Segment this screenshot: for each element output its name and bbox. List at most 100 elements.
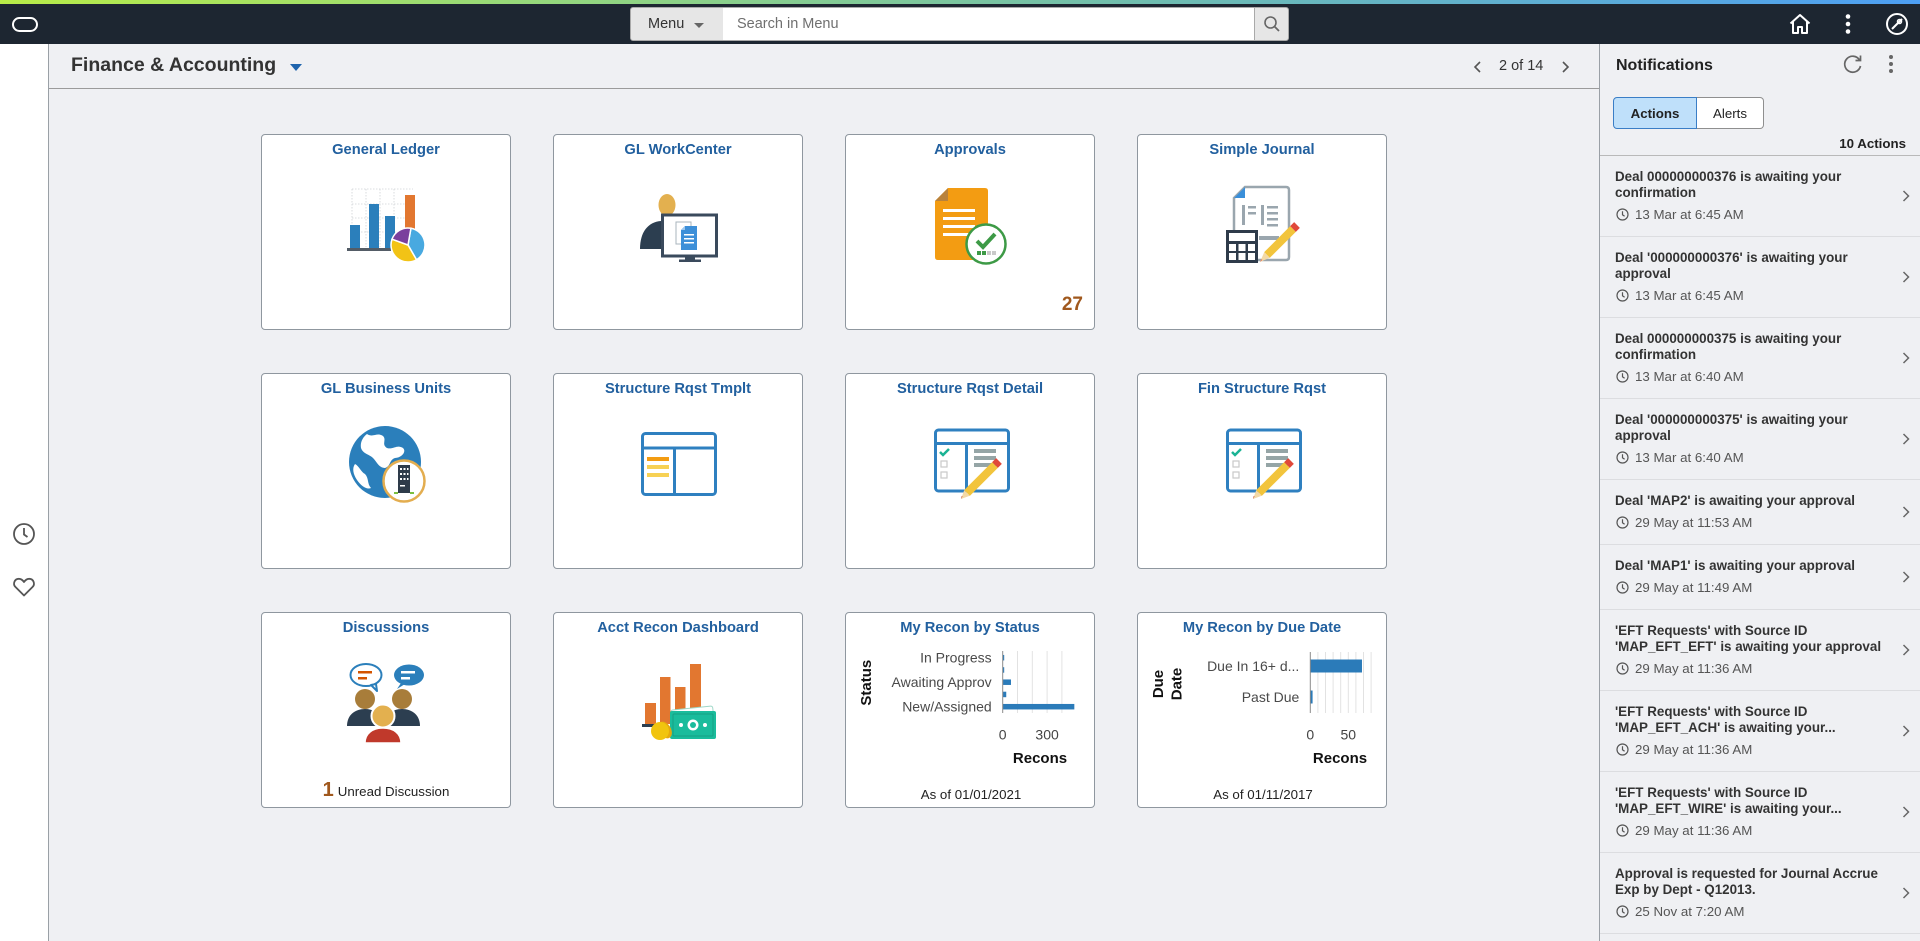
menu-button-label: Menu [648, 16, 685, 32]
notification-title: Deal '000000000376' is awaiting your app… [1615, 250, 1848, 281]
notification-time: 29 May at 11:36 AM [1635, 660, 1753, 676]
notification-title: 'EFT Requests' with Source ID 'MAP_EFT_E… [1615, 623, 1882, 654]
chevron-right-icon [1902, 571, 1910, 583]
notification-time: 13 Mar at 6:40 AM [1635, 449, 1744, 465]
notification-item[interactable]: Deal 000000000375 is awaiting your confi… [1600, 318, 1920, 399]
chevron-right-icon [1902, 725, 1910, 737]
notification-item[interactable]: Deal '000000000375' is awaiting your app… [1600, 399, 1920, 480]
notification-item[interactable]: 'EFT Requests' with Source ID 'MAP_EFT_A… [1600, 691, 1920, 772]
pager-next-icon[interactable] [1559, 60, 1571, 74]
journal-calculator-icon [1226, 185, 1300, 263]
notification-title: Approval is requested for Journal Accrue… [1615, 866, 1878, 897]
category-label: In Progress [920, 650, 992, 666]
tile-discussions[interactable]: Discussions 1 Unread Discussion [261, 612, 511, 808]
favorites-heart-icon[interactable] [12, 575, 36, 599]
tile-general-ledger[interactable]: General Ledger [261, 134, 511, 330]
tile-fin-structure-rqst[interactable]: Fin Structure Rqst [1137, 373, 1387, 569]
tab-alerts[interactable]: Alerts [1697, 97, 1764, 129]
notification-time: 25 Nov at 7:20 AM [1635, 903, 1745, 919]
chevron-right-icon [1902, 352, 1910, 364]
recon-by-due-date-chart: Due In 16+ d... Past Due 0 50 Recons Due Date A… [1150, 652, 1372, 802]
category-label: Due In 16+ d... [1207, 658, 1299, 674]
clock-icon [1616, 904, 1629, 918]
notification-title: Deal 'MAP2' is awaiting your approval [1615, 493, 1856, 508]
pager-previous-icon[interactable] [1472, 60, 1484, 74]
notification-list: Deal 000000000376 is awaiting your confi… [1600, 155, 1920, 934]
clock-icon [1616, 742, 1629, 756]
y-axis-title: Status [858, 660, 875, 706]
document-approval-icon [935, 188, 1007, 265]
tile-gl-business-units[interactable]: GL Business Units [261, 373, 511, 569]
notification-item[interactable]: Approval is requested for Journal Accrue… [1600, 853, 1920, 934]
notifications-menu-icon[interactable] [1886, 53, 1896, 75]
chevron-right-icon [1902, 644, 1910, 656]
unread-count: 1 [322, 779, 334, 801]
tile-acct-recon-dashboard[interactable]: Acct Recon Dashboard [553, 612, 803, 808]
notification-item[interactable]: Deal 000000000376 is awaiting your confi… [1600, 156, 1920, 237]
tile-structure-rqst-detail[interactable]: Structure Rqst Detail [845, 373, 1095, 569]
notification-item[interactable]: 'EFT Requests' with Source ID 'MAP_EFT_E… [1600, 610, 1920, 691]
notification-title: 'EFT Requests' with Source ID 'MAP_EFT_A… [1615, 704, 1836, 735]
oracle-logo-icon[interactable] [12, 17, 38, 32]
navbar-compass-icon[interactable] [1885, 12, 1909, 36]
globe-building-icon [349, 426, 426, 503]
left-sidebar [0, 44, 49, 941]
search-icon [1263, 16, 1280, 32]
category-label: Awaiting Approv [892, 674, 992, 690]
clock-icon [1616, 515, 1629, 529]
notification-item[interactable]: Deal '000000000376' is awaiting your app… [1600, 237, 1920, 318]
chevron-right-icon [1902, 506, 1910, 518]
clock-icon [1616, 369, 1629, 383]
tile-approvals[interactable]: Approvals 27 [845, 134, 1095, 330]
tab-actions[interactable]: Actions [1613, 97, 1697, 129]
checklist-edit-icon [934, 428, 1010, 499]
notifications-type-toggle: Actions Alerts [1613, 97, 1764, 129]
home-icon[interactable] [1788, 12, 1812, 36]
refresh-icon[interactable] [1842, 53, 1864, 75]
chevron-right-icon [1902, 433, 1910, 445]
tile-my-recon-by-due-date[interactable]: My Recon by Due Date Due In 16+ d... Past… [1137, 612, 1387, 808]
x-tick-label: 50 [1341, 727, 1357, 743]
bar-chart-money-icon [642, 664, 716, 740]
clock-icon [1616, 207, 1629, 221]
notification-item[interactable]: 'EFT Requests' with Source ID 'MAP_EFT_W… [1600, 772, 1920, 853]
chevron-right-icon [1902, 190, 1910, 202]
tile-simple-journal[interactable]: Simple Journal [1137, 134, 1387, 330]
notification-item[interactable]: Deal 'MAP1' is awaiting your approval 29… [1600, 545, 1920, 610]
notification-item[interactable]: Deal 'MAP2' is awaiting your approval 29… [1600, 480, 1920, 545]
chevron-right-icon [1902, 806, 1910, 818]
notification-time: 13 Mar at 6:45 AM [1635, 287, 1744, 303]
search-button[interactable] [1254, 7, 1289, 41]
clock-icon [1616, 580, 1629, 594]
approvals-count-badge: 27 [1061, 294, 1083, 315]
tile-structure-rqst-tmplt[interactable]: Structure Rqst Tmplt [553, 373, 803, 569]
search-input[interactable] [723, 7, 1254, 41]
tile-title: Acct Recon Dashboard [597, 620, 759, 636]
tile-title: GL WorkCenter [624, 142, 732, 158]
actions-count: 10 Actions [1839, 136, 1906, 151]
tile-my-recon-by-status[interactable]: My Recon by Status In Progress Awaiting A… [845, 612, 1095, 808]
notification-title: Deal 000000000375 is awaiting your confi… [1615, 331, 1842, 362]
homepage-dropdown-caret-icon[interactable] [290, 64, 302, 71]
tile-title: Structure Rqst Tmplt [604, 381, 752, 397]
notifications-title: Notifications [1616, 57, 1713, 74]
y-axis-title: Due [1150, 670, 1167, 698]
unread-label: Unread Discussion [337, 784, 450, 799]
page-title[interactable]: Finance & Accounting [71, 54, 276, 77]
tile-title: General Ledger [332, 142, 440, 158]
category-label: Past Due [1242, 689, 1300, 705]
x-tick-label: 0 [1306, 727, 1314, 743]
discussion-people-icon [347, 663, 424, 743]
recent-places-clock-icon[interactable] [12, 522, 36, 546]
unread-discussion-count: 1 Unread Discussion [262, 779, 510, 802]
notification-time: 13 Mar at 6:45 AM [1635, 206, 1744, 222]
clock-icon [1616, 823, 1629, 837]
x-tick-label: 300 [1035, 727, 1059, 743]
tile-gl-workcenter[interactable]: GL WorkCenter [553, 134, 803, 330]
menu-button[interactable]: Menu [630, 7, 724, 41]
actions-menu-icon[interactable] [1836, 12, 1860, 36]
clock-icon [1616, 450, 1629, 464]
chart-as-of-date: As of 01/11/2017 [1213, 787, 1313, 802]
notification-time: 13 Mar at 6:40 AM [1635, 368, 1744, 384]
x-axis-title: Recons [1313, 750, 1367, 767]
